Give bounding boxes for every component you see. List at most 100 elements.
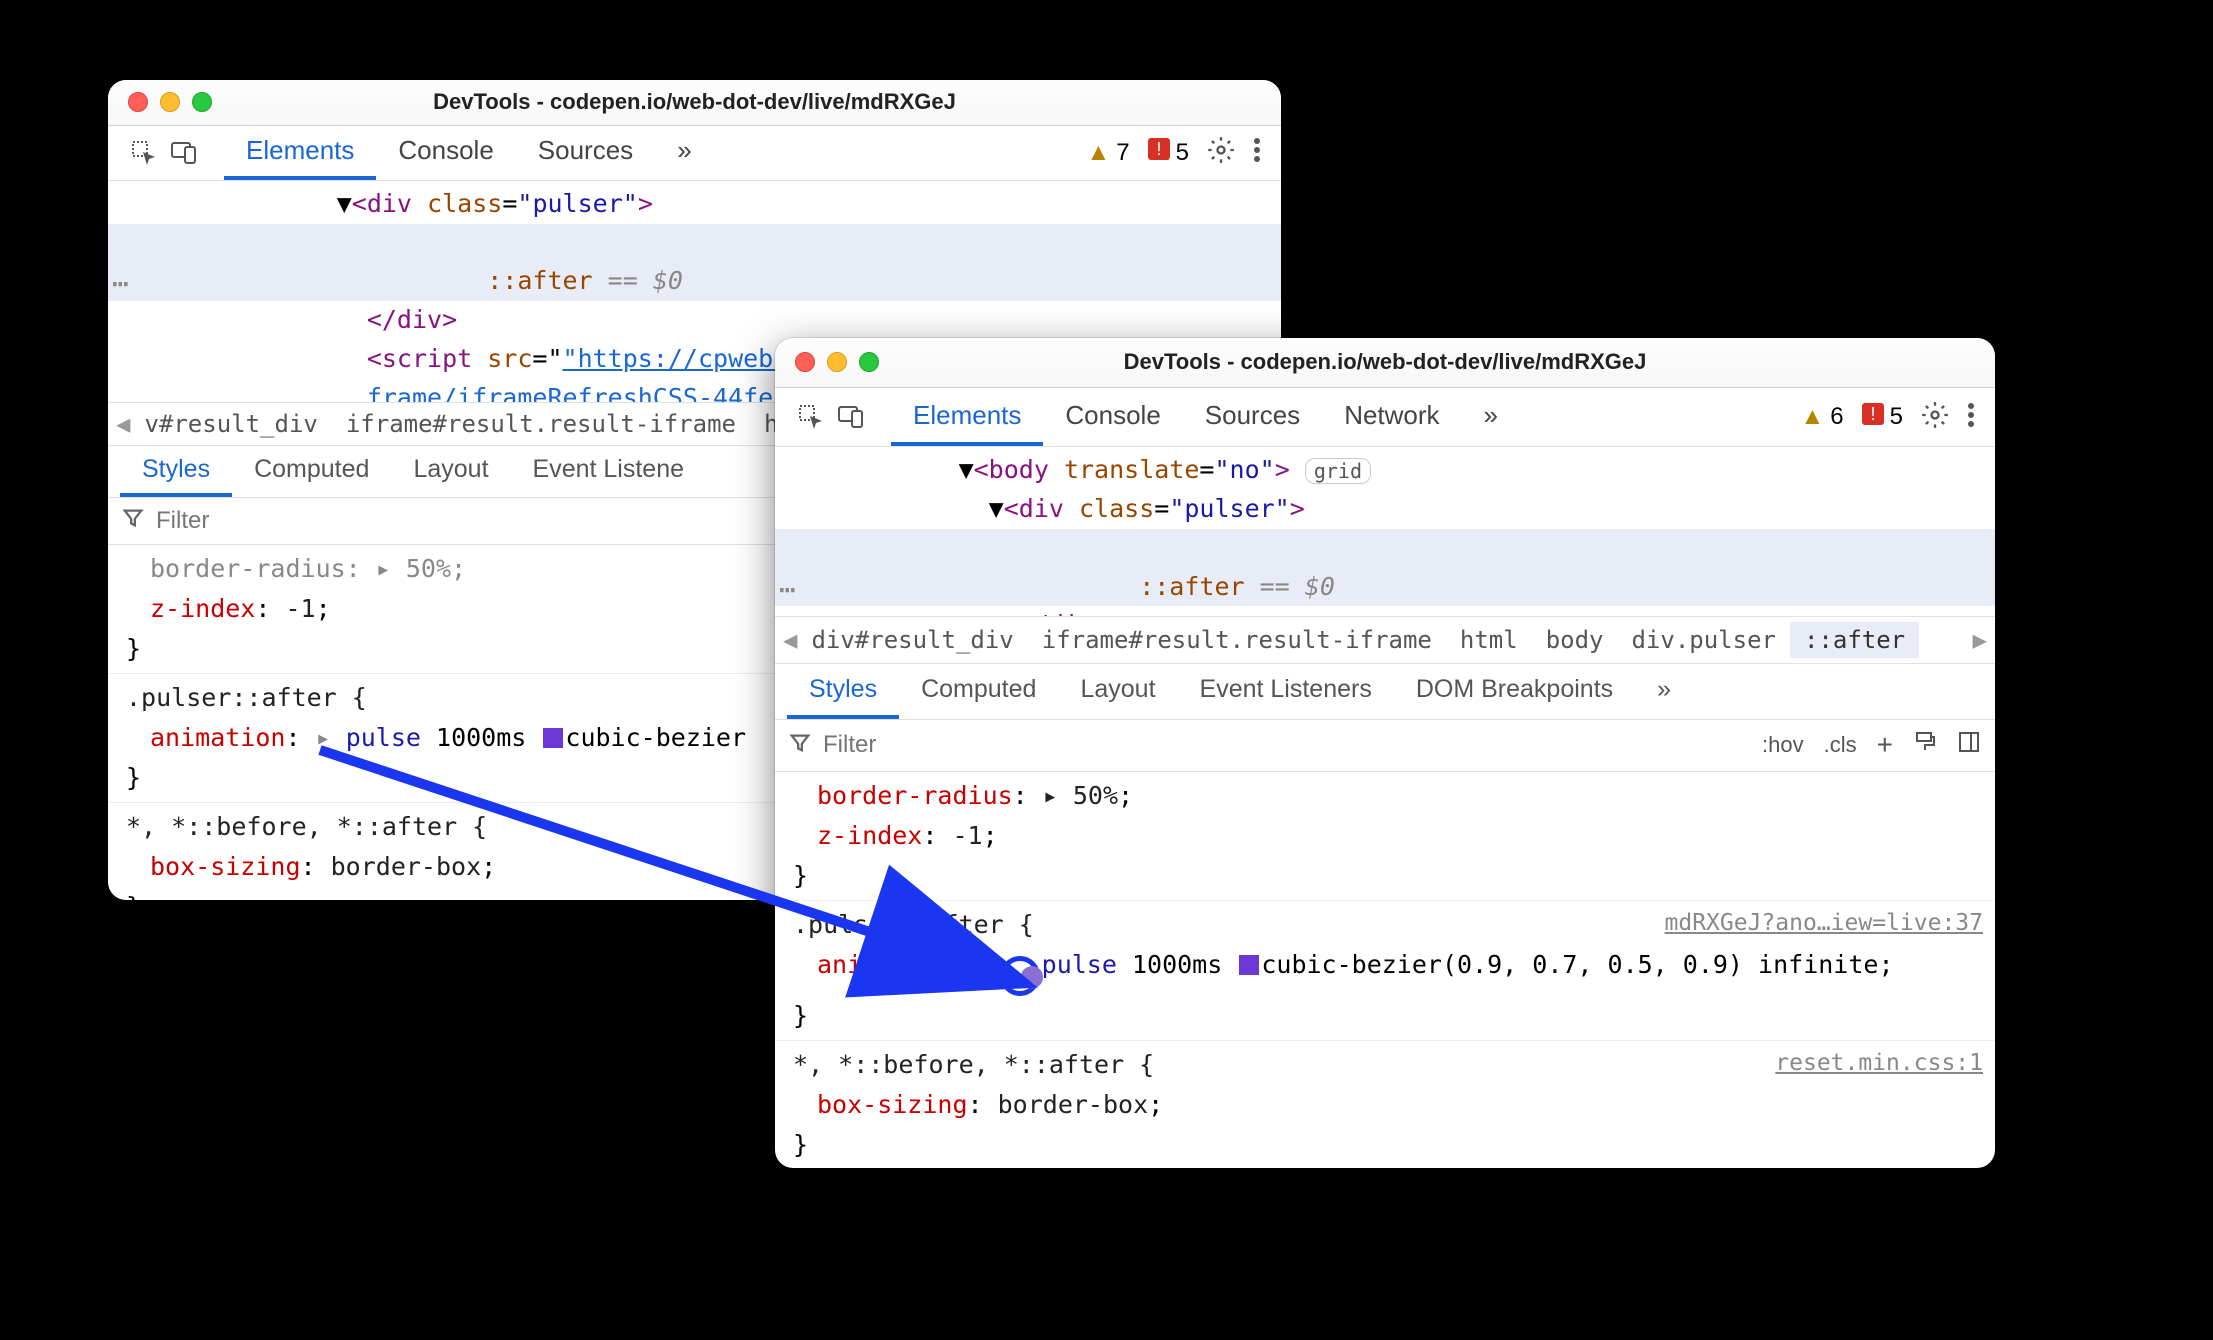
filter-icon — [789, 731, 811, 760]
subtab-computed[interactable]: Computed — [899, 664, 1058, 719]
more-menu-icon[interactable] — [1253, 136, 1261, 169]
dom-node[interactable]: ▼<body translate="no"> grid — [775, 451, 1995, 490]
settings-icon[interactable] — [1921, 401, 1949, 434]
errors-count: 5 — [1890, 403, 1903, 431]
breadcrumb-scroll-left-icon[interactable]: ◀ — [116, 410, 130, 438]
subtab-layout[interactable]: Layout — [1058, 664, 1177, 719]
main-tabs: Elements Console Sources » — [224, 126, 1079, 180]
minimize-window-icon[interactable] — [160, 92, 180, 112]
warnings-badge[interactable]: ▲ 7 — [1087, 139, 1130, 167]
inspect-element-icon[interactable] — [795, 401, 827, 433]
dom-node[interactable]: ▼<div class="pulser"> — [775, 490, 1995, 529]
tab-elements[interactable]: Elements — [224, 126, 376, 180]
zoom-window-icon[interactable] — [192, 92, 212, 112]
style-rule[interactable]: mdRXGeJ?ano…iew=live:37 .pulser::after {… — [775, 901, 1995, 1042]
more-menu-icon[interactable] — [1967, 401, 1975, 434]
tab-sources[interactable]: Sources — [516, 126, 655, 180]
toolbar-status: ▲ 6 ! 5 — [1801, 401, 1975, 434]
breadcrumb-item[interactable]: iframe#result.result-iframe — [1028, 622, 1446, 658]
svg-text:!: ! — [1156, 139, 1161, 159]
styles-panel[interactable]: border-radius: ▸ 50%; z-index: -1; } mdR… — [775, 772, 1995, 1168]
warning-icon: ▲ — [1801, 403, 1825, 431]
styles-paint-icon[interactable] — [1913, 730, 1937, 760]
error-icon: ! — [1148, 138, 1170, 167]
filter-actions: :hov .cls + — [1762, 729, 1981, 761]
breadcrumb-item[interactable]: body — [1532, 622, 1618, 658]
titlebar: DevTools - codepen.io/web-dot-dev/live/m… — [108, 80, 1281, 126]
tab-console[interactable]: Console — [376, 126, 515, 180]
breadcrumb-item[interactable]: iframe#result.result-iframe — [332, 406, 750, 442]
main-toolbar: Elements Console Sources » ▲ 7 ! 5 — [108, 126, 1281, 181]
main-tabs: Elements Console Sources Network » — [891, 388, 1793, 447]
zoom-window-icon[interactable] — [859, 352, 879, 372]
computed-pane-icon[interactable] — [1957, 730, 1981, 760]
dom-node[interactable]: </div> — [108, 301, 1281, 340]
dom-tree[interactable]: ▼<body translate="no"> grid ▼<div class=… — [775, 447, 1995, 616]
settings-icon[interactable] — [1207, 136, 1235, 169]
subtab-styles[interactable]: Styles — [787, 664, 899, 719]
filter-input[interactable] — [823, 731, 1750, 759]
subtab-styles[interactable]: Styles — [120, 446, 232, 496]
tab-sources[interactable]: Sources — [1183, 388, 1322, 447]
style-rule[interactable]: reset.min.css:1 *, *::before, *::after {… — [775, 1041, 1995, 1168]
dom-node[interactable]: </div> — [775, 606, 1995, 616]
source-link[interactable]: reset.min.css:1 — [1775, 1045, 1983, 1082]
ellipsis-icon[interactable]: ⋯ — [779, 568, 798, 611]
subtab-dom-breakpoints[interactable]: DOM Breakpoints — [1394, 664, 1635, 719]
subtab-computed[interactable]: Computed — [232, 446, 391, 496]
toolbar-status: ▲ 7 ! 5 — [1087, 136, 1261, 169]
errors-badge[interactable]: ! 5 — [1862, 403, 1903, 432]
device-toggle-icon[interactable] — [835, 401, 867, 433]
breadcrumb[interactable]: ◀ div#result_div iframe#result.result-if… — [775, 616, 1995, 664]
dom-node-selected[interactable]: ⋯ ::after == $0 — [108, 224, 1281, 302]
main-toolbar: Elements Console Sources Network » ▲ 6 !… — [775, 388, 1995, 448]
easing-swatch-icon[interactable] — [543, 728, 563, 748]
tab-elements[interactable]: Elements — [891, 388, 1043, 447]
subtab-layout[interactable]: Layout — [391, 446, 510, 496]
window-title: DevTools - codepen.io/web-dot-dev/live/m… — [795, 349, 1975, 375]
breadcrumb-scroll-left-icon[interactable]: ◀ — [783, 626, 797, 654]
filter-icon — [122, 506, 144, 535]
breadcrumb-item[interactable]: html — [1446, 622, 1532, 658]
dom-node[interactable]: ▼<div class="pulser"> — [108, 185, 1281, 224]
titlebar: DevTools - codepen.io/web-dot-dev/live/m… — [775, 338, 1995, 388]
hov-toggle[interactable]: :hov — [1762, 732, 1804, 758]
subtab-event-listeners[interactable]: Event Listeners — [1178, 664, 1394, 719]
warnings-count: 7 — [1116, 139, 1129, 167]
style-rule[interactable]: border-radius: ▸ 50%; z-index: -1; } — [775, 772, 1995, 901]
subtabs-overflow[interactable]: » — [1635, 664, 1693, 719]
close-window-icon[interactable] — [128, 92, 148, 112]
tabs-overflow[interactable]: » — [1462, 388, 1520, 447]
minimize-window-icon[interactable] — [827, 352, 847, 372]
tab-console[interactable]: Console — [1043, 388, 1182, 447]
device-toggle-icon[interactable] — [168, 137, 200, 169]
breadcrumb-item-active[interactable]: ::after — [1790, 622, 1919, 658]
close-window-icon[interactable] — [795, 352, 815, 372]
devtools-window-front: DevTools - codepen.io/web-dot-dev/live/m… — [775, 338, 1995, 1168]
source-link[interactable]: mdRXGeJ?ano…iew=live:37 — [1665, 905, 1984, 942]
easing-swatch-icon[interactable] — [1239, 955, 1259, 975]
animation-editor-icon[interactable]: ⬤⬤ — [1000, 956, 1040, 996]
dom-node-selected[interactable]: ⋯ ::after == $0 — [775, 529, 1995, 607]
inspect-element-icon[interactable] — [128, 137, 160, 169]
tabs-overflow[interactable]: » — [655, 126, 713, 180]
new-style-rule-icon[interactable]: + — [1877, 729, 1893, 761]
tab-network[interactable]: Network — [1322, 388, 1461, 447]
filter-bar: :hov .cls + — [775, 720, 1995, 772]
window-title: DevTools - codepen.io/web-dot-dev/live/m… — [128, 89, 1261, 115]
subtab-event-listeners[interactable]: Event Listene — [511, 446, 707, 496]
breadcrumb-scroll-right-icon[interactable]: ▶ — [1973, 626, 1987, 654]
breadcrumb-item[interactable]: div#result_div — [797, 622, 1027, 658]
warnings-badge[interactable]: ▲ 6 — [1801, 403, 1844, 431]
ellipsis-icon[interactable]: ⋯ — [112, 262, 131, 305]
breadcrumb-item[interactable]: div.pulser — [1617, 622, 1790, 658]
grid-badge[interactable]: grid — [1305, 458, 1371, 484]
warnings-count: 6 — [1830, 403, 1843, 431]
errors-badge[interactable]: ! 5 — [1148, 138, 1189, 167]
warning-icon: ▲ — [1087, 139, 1111, 167]
breadcrumb-item[interactable]: v#result_div — [130, 406, 331, 442]
error-icon: ! — [1862, 403, 1884, 432]
svg-text:!: ! — [1870, 404, 1875, 424]
errors-count: 5 — [1176, 139, 1189, 167]
cls-toggle[interactable]: .cls — [1824, 732, 1857, 758]
